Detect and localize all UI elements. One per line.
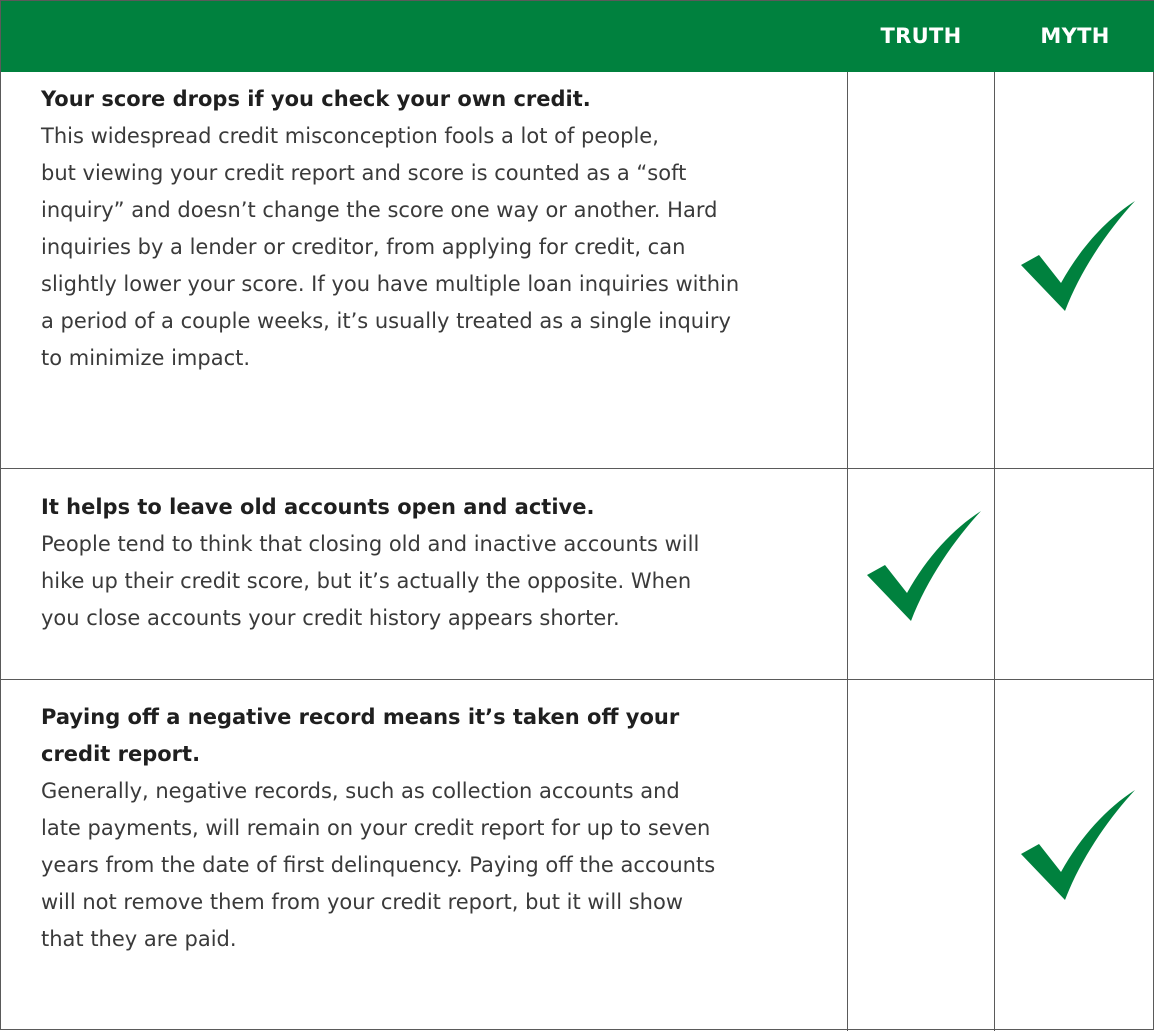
answer-line: you close accounts your credit history a…	[41, 606, 620, 630]
row-3-answer: Generally, negative records, such as col…	[41, 773, 831, 958]
question-line: Your score drops if you check your own c…	[41, 87, 591, 111]
row-1-answer: This widespread credit misconception foo…	[41, 118, 831, 377]
answer-line: Generally, negative records, such as col…	[41, 779, 680, 803]
checkmark-icon	[1021, 790, 1135, 900]
answer-line: a period of a couple weeks, it’s usually…	[41, 309, 731, 333]
answer-line: that they are paid.	[41, 927, 237, 951]
answer-line: will not remove them from your credit re…	[41, 890, 683, 914]
row-2-answer: People tend to think that closing old an…	[41, 526, 831, 637]
row-divider	[1, 468, 1154, 469]
answer-line: People tend to think that closing old an…	[41, 532, 700, 556]
truth-column-header: TRUTH	[880, 24, 962, 48]
truth-column-divider	[847, 72, 848, 1031]
table-header: TRUTH MYTH	[1, 1, 1154, 72]
answer-line: hike up their credit score, but it’s act…	[41, 569, 692, 593]
row-2-question: It helps to leave old accounts open and …	[41, 489, 831, 526]
question-line: credit report.	[41, 742, 201, 766]
checkmark-icon	[1021, 201, 1135, 311]
question-line: It helps to leave old accounts open and …	[41, 495, 595, 519]
answer-line: to minimize impact.	[41, 346, 251, 370]
answer-line: late payments, will remain on your credi…	[41, 816, 711, 840]
answer-line: This widespread credit misconception foo…	[41, 124, 659, 148]
row-divider	[1, 679, 1154, 680]
myth-column-divider	[994, 72, 995, 1031]
row-2-truth-checkmark-icon	[867, 511, 981, 621]
truth-myth-table: TRUTH MYTH Your score drops if you check…	[0, 0, 1154, 1031]
row-3-myth-checkmark-icon	[1021, 790, 1135, 900]
myth-column-header: MYTH	[1040, 24, 1110, 48]
answer-line: inquiries by a lender or creditor, from …	[41, 235, 686, 259]
answer-line: slightly lower your score. If you have m…	[41, 272, 740, 296]
question-line: Paying off a negative record means it’s …	[41, 705, 680, 729]
checkmark-icon	[867, 511, 981, 621]
row-1-question: Your score drops if you check your own c…	[41, 81, 831, 118]
answer-line: inquiry” and doesn’t change the score on…	[41, 198, 718, 222]
row-3-question: Paying off a negative record means it’s …	[41, 699, 831, 773]
answer-line: but viewing your credit report and score…	[41, 161, 687, 185]
answer-line: years from the date of first delinquency…	[41, 853, 716, 877]
row-1-myth-checkmark-icon	[1021, 201, 1135, 311]
